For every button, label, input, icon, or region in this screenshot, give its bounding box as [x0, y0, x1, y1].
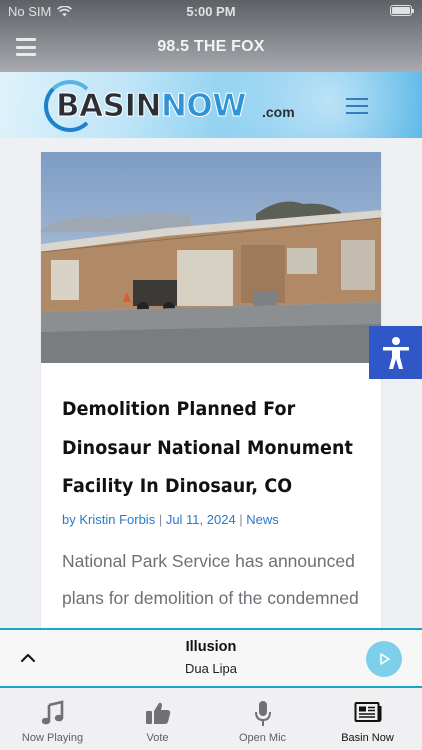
mini-player[interactable]: Illusion Dua Lipa: [0, 628, 422, 688]
battery-icon: [390, 5, 414, 16]
building-photo-icon: [41, 152, 381, 363]
app-header: 98.5 THE FOX: [0, 24, 422, 72]
author-link[interactable]: by Kristin Forbis: [62, 512, 155, 527]
tab-bar: Now Playing Vote Open Mic Basin Now: [0, 688, 422, 750]
site-menu-icon[interactable]: [346, 98, 368, 114]
station-title: 98.5 THE FOX: [157, 38, 265, 55]
date-link[interactable]: Jul 11, 2024: [166, 512, 236, 527]
meta-separator: |: [235, 511, 247, 527]
logo-suffix: .com: [262, 104, 295, 120]
tab-label: Open Mic: [238, 732, 287, 744]
track-artist: Dua Lipa: [184, 661, 238, 676]
tab-open-mic[interactable]: Open Mic: [210, 688, 315, 750]
article-photo[interactable]: [41, 152, 381, 363]
tab-label: Vote: [146, 732, 169, 744]
music-note-icon: [0, 700, 105, 728]
tab-label: Basin Now: [341, 732, 394, 744]
tab-basin-now[interactable]: Basin Now: [315, 688, 420, 750]
article-card[interactable]: Demolition Planned For Dinosaur National…: [41, 152, 381, 628]
site-header: BASINNOW .com: [0, 72, 422, 138]
content-area[interactable]: Demolition Planned For Dinosaur National…: [0, 138, 422, 628]
play-icon: [380, 653, 390, 665]
tab-vote[interactable]: Vote: [105, 688, 210, 750]
tab-label: Now Playing: [21, 732, 84, 744]
play-button[interactable]: [366, 641, 402, 677]
status-right: [390, 5, 414, 16]
thumbs-up-icon: [105, 700, 210, 728]
accessibility-icon: [382, 336, 409, 369]
basinnow-logo[interactable]: BASINNOW .com: [44, 78, 314, 134]
meta-separator: |: [155, 511, 166, 527]
status-time: 5:00 PM: [186, 4, 236, 19]
app-top-bar: No SIM 5:00 PM 98.5 THE FOX: [0, 0, 422, 72]
microphone-icon: [210, 700, 315, 728]
accessibility-button[interactable]: [369, 326, 422, 379]
article-meta: by Kristin Forbis | Jul 11, 2024 | News: [62, 512, 362, 527]
category-link[interactable]: News: [246, 512, 279, 527]
article-excerpt: National Park Service has announced plan…: [62, 550, 359, 608]
article-body: Demolition Planned For Dinosaur National…: [62, 390, 362, 617]
track-title: Illusion: [185, 639, 237, 655]
logo-wordmark: BASINNOW: [56, 88, 247, 125]
article-headline[interactable]: Demolition Planned For Dinosaur National…: [62, 390, 356, 506]
tab-now-playing[interactable]: Now Playing: [0, 688, 105, 750]
status-bar: No SIM 5:00 PM: [0, 0, 422, 24]
newspaper-icon: [315, 700, 420, 728]
